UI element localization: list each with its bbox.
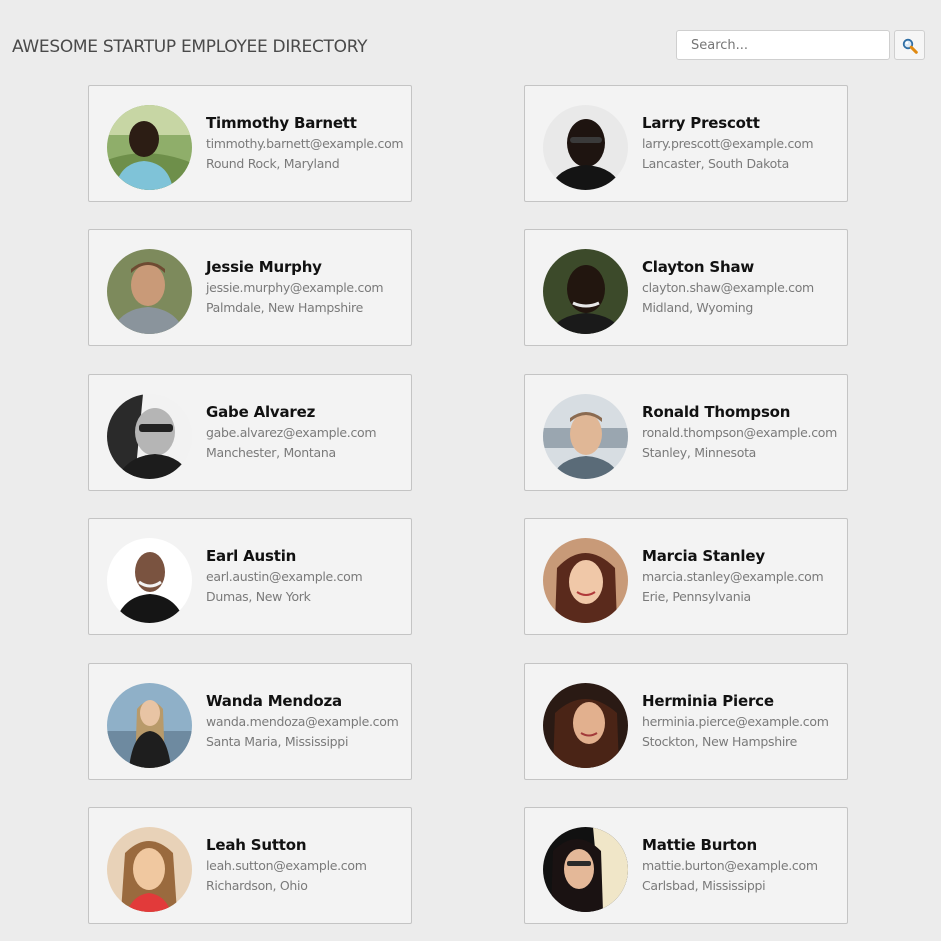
employee-name: Ronald Thompson bbox=[642, 403, 791, 421]
employee-email: ronald.thompson@example.com bbox=[642, 425, 838, 440]
employee-location: Richardson, Ohio bbox=[206, 878, 308, 893]
employee-info: Earl Austin earl.austin@example.com Duma… bbox=[206, 547, 406, 605]
employee-email: mattie.burton@example.com bbox=[642, 858, 818, 873]
employee-card[interactable]: Ronald Thompson ronald.thompson@example.… bbox=[524, 374, 848, 491]
employee-location: Manchester, Montana bbox=[206, 445, 336, 460]
page-title: AWESOME STARTUP EMPLOYEE DIRECTORY bbox=[12, 37, 368, 57]
search-button[interactable] bbox=[894, 30, 925, 60]
employee-location: Erie, Pennsylvania bbox=[642, 589, 751, 604]
employee-info: Herminia Pierce herminia.pierce@example.… bbox=[642, 692, 842, 750]
employee-email: earl.austin@example.com bbox=[206, 569, 363, 584]
employee-location: Dumas, New York bbox=[206, 589, 311, 604]
employee-name: Jessie Murphy bbox=[206, 258, 322, 276]
employee-name: Gabe Alvarez bbox=[206, 403, 316, 421]
employee-location: Lancaster, South Dakota bbox=[642, 156, 789, 171]
employee-info: Gabe Alvarez gabe.alvarez@example.com Ma… bbox=[206, 403, 406, 461]
avatar bbox=[543, 538, 628, 623]
avatar bbox=[543, 249, 628, 334]
avatar bbox=[107, 683, 192, 768]
employee-location: Palmdale, New Hampshire bbox=[206, 300, 363, 315]
employee-info: Leah Sutton leah.sutton@example.com Rich… bbox=[206, 836, 406, 894]
avatar bbox=[543, 394, 628, 479]
avatar bbox=[107, 105, 192, 190]
employee-name: Leah Sutton bbox=[206, 836, 307, 854]
avatar bbox=[543, 105, 628, 190]
avatar bbox=[543, 827, 628, 912]
employee-name: Clayton Shaw bbox=[642, 258, 755, 276]
employee-card[interactable]: Timmothy Barnett timmothy.barnett@exampl… bbox=[88, 85, 412, 202]
avatar bbox=[543, 683, 628, 768]
employee-location: Stanley, Minnesota bbox=[642, 445, 757, 460]
employee-email: clayton.shaw@example.com bbox=[642, 280, 814, 295]
employee-card[interactable]: Jessie Murphy jessie.murphy@example.com … bbox=[88, 229, 412, 346]
employee-info: Ronald Thompson ronald.thompson@example.… bbox=[642, 403, 842, 461]
avatar bbox=[107, 394, 192, 479]
page-header: AWESOME STARTUP EMPLOYEE DIRECTORY bbox=[0, 0, 941, 80]
employee-directory-page: AWESOME STARTUP EMPLOYEE DIRECTORY Searc… bbox=[0, 0, 941, 941]
employee-card[interactable]: Clayton Shaw clayton.shaw@example.com Mi… bbox=[524, 229, 848, 346]
employee-card[interactable]: Leah Sutton leah.sutton@example.com Rich… bbox=[88, 807, 412, 924]
employee-name: Larry Prescott bbox=[642, 114, 760, 132]
employee-location: Santa Maria, Mississippi bbox=[206, 734, 349, 749]
employee-email: jessie.murphy@example.com bbox=[206, 280, 384, 295]
employee-name: Mattie Burton bbox=[642, 836, 757, 854]
employee-location: Stockton, New Hampshire bbox=[642, 734, 797, 749]
employee-card[interactable]: Mattie Burton mattie.burton@example.com … bbox=[524, 807, 848, 924]
employee-name: Marcia Stanley bbox=[642, 547, 765, 565]
employee-email: gabe.alvarez@example.com bbox=[206, 425, 377, 440]
employee-location: Carlsbad, Mississippi bbox=[642, 878, 766, 893]
employee-info: Jessie Murphy jessie.murphy@example.com … bbox=[206, 258, 406, 316]
employee-email: leah.sutton@example.com bbox=[206, 858, 367, 873]
employee-info: Larry Prescott larry.prescott@example.co… bbox=[642, 114, 842, 172]
employee-card[interactable]: Marcia Stanley marcia.stanley@example.co… bbox=[524, 518, 848, 635]
employee-location: Midland, Wyoming bbox=[642, 300, 754, 315]
employee-info: Wanda Mendoza wanda.mendoza@example.com … bbox=[206, 692, 406, 750]
employee-info: Timmothy Barnett timmothy.barnett@exampl… bbox=[206, 114, 406, 172]
employee-card[interactable]: Wanda Mendoza wanda.mendoza@example.com … bbox=[88, 663, 412, 780]
employee-name: Herminia Pierce bbox=[642, 692, 774, 710]
employee-info: Mattie Burton mattie.burton@example.com … bbox=[642, 836, 842, 894]
search-input[interactable] bbox=[676, 30, 890, 60]
employee-info: Clayton Shaw clayton.shaw@example.com Mi… bbox=[642, 258, 842, 316]
employee-name: Wanda Mendoza bbox=[206, 692, 342, 710]
search-form bbox=[676, 30, 926, 60]
employee-name: Earl Austin bbox=[206, 547, 297, 565]
employee-email: timmothy.barnett@example.com bbox=[206, 136, 404, 151]
employee-name: Timmothy Barnett bbox=[206, 114, 357, 132]
employee-card[interactable]: Earl Austin earl.austin@example.com Duma… bbox=[88, 518, 412, 635]
employee-email: herminia.pierce@example.com bbox=[642, 714, 829, 729]
avatar bbox=[107, 827, 192, 912]
employee-email: marcia.stanley@example.com bbox=[642, 569, 824, 584]
avatar bbox=[107, 249, 192, 334]
employee-email: larry.prescott@example.com bbox=[642, 136, 814, 151]
employee-card[interactable]: Gabe Alvarez gabe.alvarez@example.com Ma… bbox=[88, 374, 412, 491]
employee-card[interactable]: Larry Prescott larry.prescott@example.co… bbox=[524, 85, 848, 202]
employee-location: Round Rock, Maryland bbox=[206, 156, 340, 171]
employee-email: wanda.mendoza@example.com bbox=[206, 714, 399, 729]
employee-card[interactable]: Herminia Pierce herminia.pierce@example.… bbox=[524, 663, 848, 780]
employee-info: Marcia Stanley marcia.stanley@example.co… bbox=[642, 547, 842, 605]
avatar bbox=[107, 538, 192, 623]
magnifier-icon bbox=[902, 38, 918, 54]
